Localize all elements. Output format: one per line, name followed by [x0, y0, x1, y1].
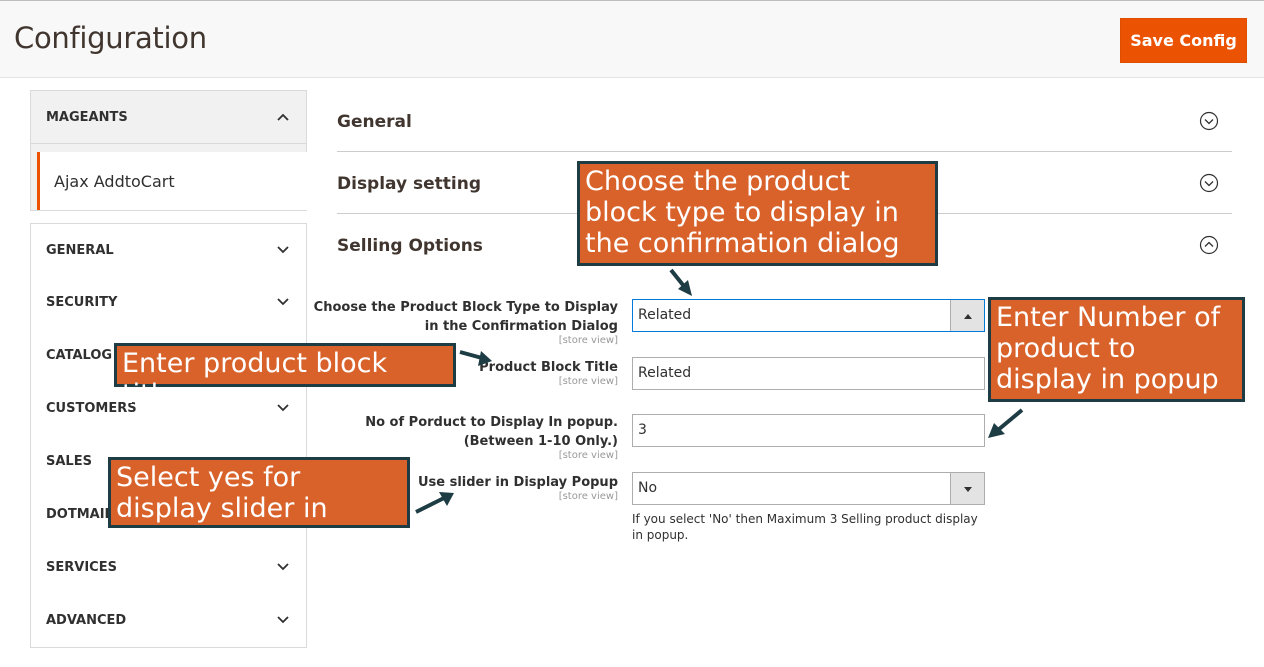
- sidebar-item-label: SERVICES: [46, 560, 117, 575]
- section-general[interactable]: General: [337, 90, 1232, 152]
- sidebar-item-general[interactable]: GENERAL: [30, 223, 307, 277]
- slider-select[interactable]: No: [632, 472, 985, 505]
- circle-chevron-up-icon[interactable]: [1199, 235, 1219, 255]
- arrow-icon: [669, 268, 692, 296]
- sidebar-group-label: MAGEANTS: [46, 110, 128, 125]
- product-count-input[interactable]: 3: [632, 414, 985, 447]
- sidebar-item-ajax-addtocart[interactable]: Ajax AddtoCart: [37, 152, 307, 210]
- block-type-label-line1: Choose the Product Block Type to Display: [313, 300, 618, 315]
- sidebar-item-label: SALES: [46, 454, 92, 469]
- chevron-down-icon: [276, 295, 290, 309]
- sidebar-item-label: SECURITY: [46, 295, 118, 310]
- section-title: Selling Options: [337, 236, 483, 256]
- callout-block-type: Choose the product block type to display…: [577, 161, 938, 266]
- circle-chevron-down-icon[interactable]: [1199, 111, 1219, 131]
- product-count-label-line1: No of Porduct to Display In popup.: [365, 415, 618, 430]
- chevron-down-icon: [276, 401, 290, 415]
- slider-note: If you select 'No' then Maximum 3 Sellin…: [632, 512, 978, 542]
- arrow-icon: [459, 350, 492, 366]
- callout-slider: Select yes for display slider in popup: [108, 457, 410, 555]
- store-view-scope: [store view]: [558, 335, 618, 346]
- sidebar-item-advanced[interactable]: ADVANCED: [30, 594, 307, 648]
- sidebar-item-label: CATALOG: [46, 348, 113, 363]
- select-arrow-down-icon[interactable]: [950, 473, 984, 504]
- block-title-label: Product Block Title: [479, 360, 618, 375]
- page-title: Configuration: [14, 21, 207, 55]
- sidebar-item-security[interactable]: SECURITY: [30, 276, 307, 330]
- sidebar-item-label: GENERAL: [46, 243, 114, 258]
- section-title: General: [337, 112, 412, 132]
- callout-block-title: Enter product block title: [114, 343, 456, 410]
- block-title-input[interactable]: Related: [632, 357, 985, 390]
- callout-product-count: Enter Number of product to display in po…: [988, 297, 1245, 402]
- sidebar-subgroup: Ajax AddtoCart: [30, 144, 307, 211]
- store-view-scope: [store view]: [558, 450, 618, 461]
- sidebar-item-label: Ajax AddtoCart: [54, 172, 175, 191]
- sidebar-item-label: ADVANCED: [46, 613, 127, 628]
- block-type-label-line2: in the Confirmation Dialog: [424, 319, 618, 334]
- block-type-label: Choose the Product Block Type to Display…: [314, 298, 618, 336]
- store-view-scope: [store view]: [558, 491, 618, 502]
- arrow-icon: [988, 408, 1024, 438]
- chevron-down-icon: [276, 613, 290, 627]
- block-type-select[interactable]: Related: [632, 299, 985, 332]
- page-header: Configuration Save Config: [0, 0, 1264, 78]
- product-count-label: No of Porduct to Display In popup. (Betw…: [365, 413, 618, 451]
- sidebar-group-mageants[interactable]: MAGEANTS: [30, 90, 307, 144]
- select-arrow-up-icon[interactable]: [950, 300, 984, 331]
- save-config-button[interactable]: Save Config: [1120, 18, 1247, 63]
- store-view-scope: [store view]: [558, 376, 618, 387]
- circle-chevron-down-icon[interactable]: [1199, 173, 1219, 193]
- slider-value: No: [638, 480, 658, 496]
- chevron-down-icon: [276, 560, 290, 574]
- chevron-down-icon: [276, 243, 290, 257]
- arrow-icon: [415, 492, 454, 514]
- block-type-value: Related: [638, 307, 692, 323]
- product-count-label-line2: (Between 1-10 Only.): [463, 434, 618, 449]
- section-title: Display setting: [337, 174, 482, 194]
- chevron-up-icon: [276, 110, 290, 124]
